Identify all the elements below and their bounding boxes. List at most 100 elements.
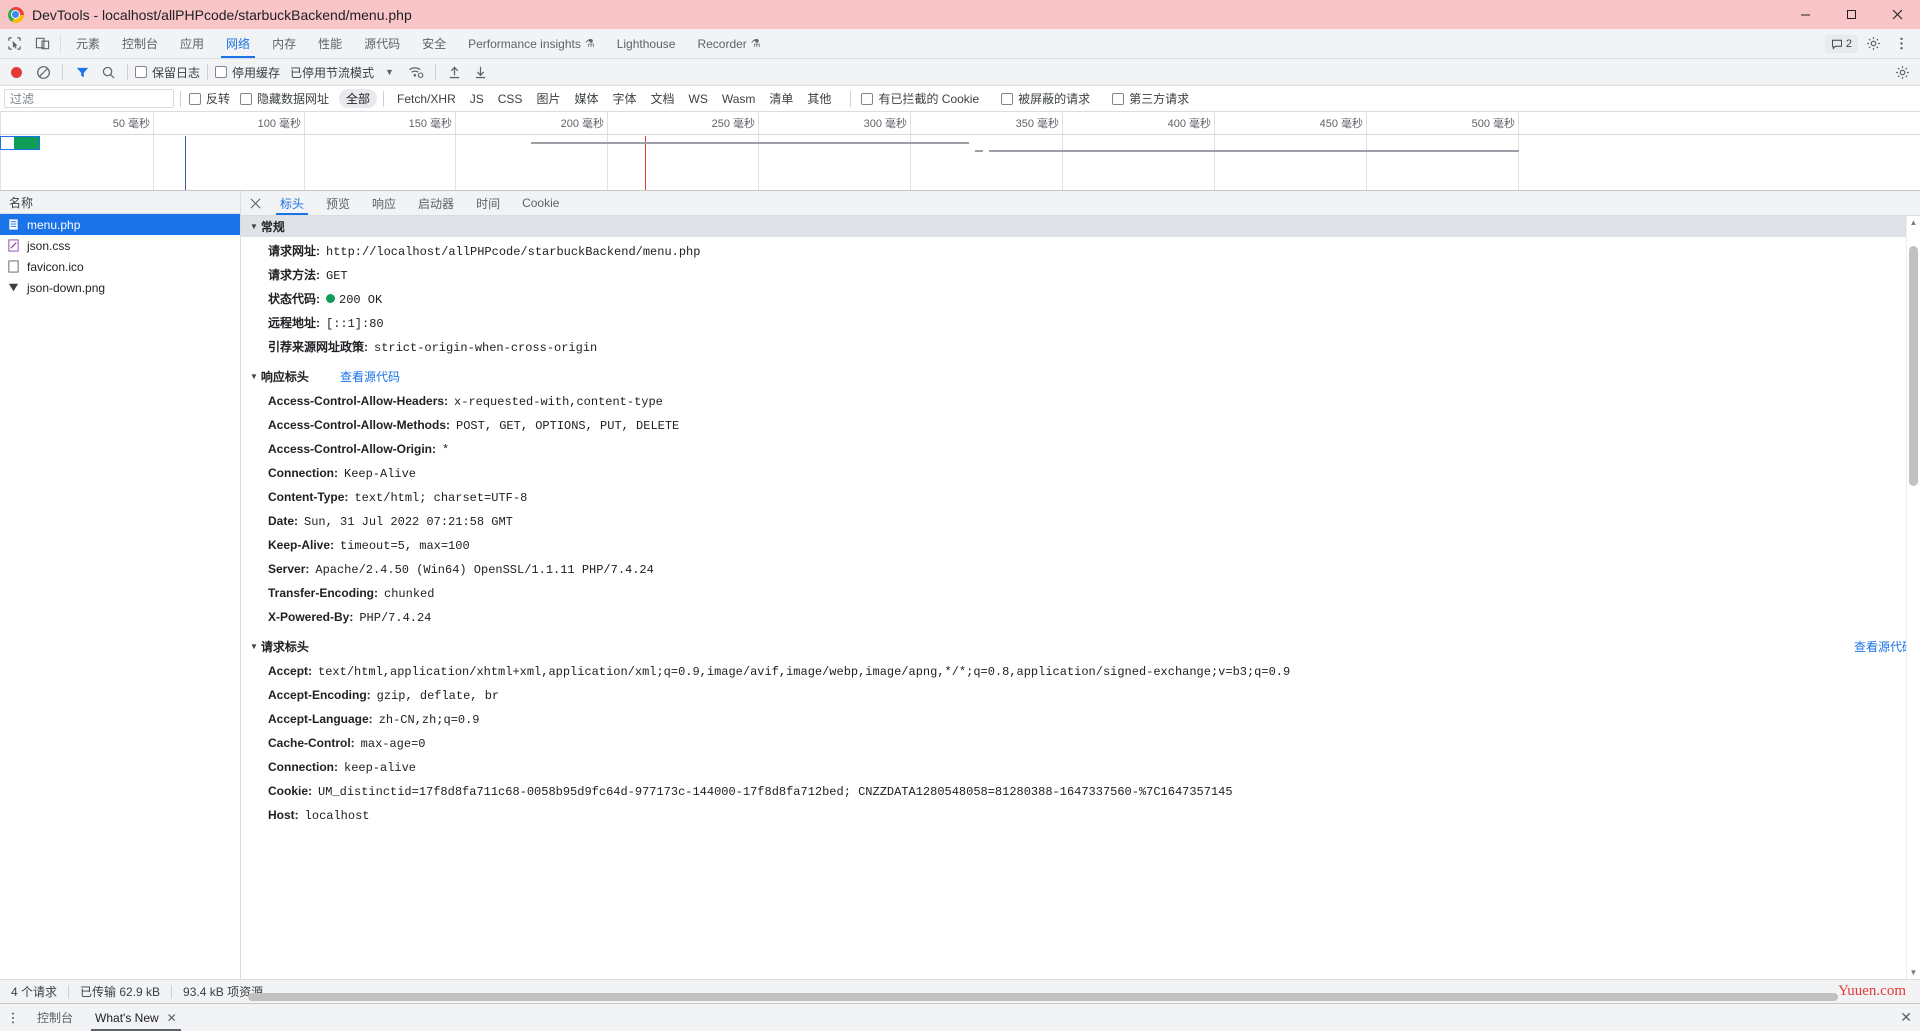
tick-label: 500 毫秒 <box>1471 118 1515 130</box>
tab-lighthouse[interactable]: Lighthouse <box>606 29 687 58</box>
filter-chip-img[interactable]: 图片 <box>529 89 567 108</box>
close-button[interactable] <box>1874 0 1920 29</box>
section-header-response-headers[interactable]: ▼ 响应标头 查看源代码 <box>241 366 1920 387</box>
view-source-link[interactable]: 查看源代码 <box>340 368 400 385</box>
tab-application[interactable]: 应用 <box>169 29 215 58</box>
more-vertical-icon[interactable] <box>0 1004 26 1031</box>
device-toolbar-icon[interactable] <box>28 29 56 58</box>
scroll-thumb[interactable] <box>248 993 1838 1001</box>
request-row-json-down-png[interactable]: json-down.png <box>0 277 240 298</box>
request-name: json-down.png <box>27 280 106 295</box>
import-har-icon[interactable] <box>443 60 467 84</box>
details-horizontal-scrollbar[interactable] <box>248 991 1904 1003</box>
filter-chip-other[interactable]: 其他 <box>800 89 838 108</box>
filter-bar: 反转 隐藏数据网址 全部 Fetch/XHR JS CSS 图片 媒体 字体 文… <box>0 86 1920 112</box>
third-party-checkbox[interactable]: 第三方请求 <box>1112 90 1189 107</box>
details-tab-response[interactable]: 响应 <box>361 191 407 215</box>
blocked-requests-checkbox[interactable]: 被屏蔽的请求 <box>1001 90 1090 107</box>
filter-chip-wasm[interactable]: Wasm <box>715 91 763 107</box>
experiment-beaker-icon: ⚗ <box>584 38 595 50</box>
record-button[interactable] <box>11 66 22 78</box>
header-key: Access-Control-Allow-Headers: <box>268 394 449 408</box>
filter-icon[interactable] <box>70 60 94 84</box>
gear-icon[interactable] <box>1860 31 1886 57</box>
close-drawer-icon[interactable]: ✕ <box>1900 1009 1912 1026</box>
search-icon[interactable] <box>96 60 120 84</box>
filter-chip-fetch-xhr[interactable]: Fetch/XHR <box>390 91 463 107</box>
header-row: 状态代码: 200 OK <box>241 288 1920 312</box>
header-key: Server: <box>268 562 310 576</box>
section-header-general[interactable]: ▼ 常规 <box>241 216 1920 237</box>
filter-chip-all[interactable]: 全部 <box>339 89 378 108</box>
request-list[interactable]: menu.php json.css favicon.ico json-down.… <box>0 214 240 979</box>
header-key: Access-Control-Allow-Origin: <box>268 442 437 456</box>
minimize-button[interactable] <box>1782 0 1828 29</box>
network-settings-icon[interactable] <box>1890 60 1914 84</box>
filter-chip-css[interactable]: CSS <box>491 91 530 107</box>
tab-label: 启动器 <box>418 196 455 211</box>
header-row: Accept-Encoding: gzip, deflate, br <box>241 684 1920 708</box>
export-har-icon[interactable] <box>469 60 493 84</box>
filter-chip-js[interactable]: JS <box>463 91 491 107</box>
filter-chip-ws[interactable]: WS <box>682 91 715 107</box>
drawer-tab-whats-new[interactable]: What's New ✕ <box>84 1004 188 1031</box>
scroll-down-arrow-icon[interactable]: ▼ <box>1907 966 1920 979</box>
clear-icon[interactable] <box>31 60 55 84</box>
request-list-header[interactable]: 名称 <box>0 191 240 214</box>
request-row-menu-php[interactable]: menu.php <box>0 214 240 235</box>
blocked-cookies-checkbox[interactable]: 有已拦截的 Cookie <box>861 90 979 107</box>
hide-data-urls-checkbox[interactable]: 隐藏数据网址 <box>240 90 329 107</box>
throttling-select[interactable]: 已停用节流模式 <box>290 64 374 81</box>
section-header-request-headers[interactable]: ▼ 请求标头 查看源代码 <box>241 636 1920 657</box>
tab-network[interactable]: 网络 <box>215 29 261 58</box>
request-row-favicon-ico[interactable]: favicon.ico <box>0 256 240 277</box>
tab-elements[interactable]: 元素 <box>65 29 111 58</box>
close-tab-icon[interactable]: ✕ <box>167 1011 177 1025</box>
tab-memory[interactable]: 内存 <box>261 29 307 58</box>
details-tab-initiator[interactable]: 启动器 <box>407 191 465 215</box>
more-vertical-icon[interactable] <box>1888 31 1914 57</box>
details-tab-preview[interactable]: 预览 <box>315 191 361 215</box>
details-tab-timing[interactable]: 时间 <box>465 191 511 215</box>
chevron-down-icon[interactable]: ▼ <box>385 67 394 77</box>
details-body[interactable]: ▼ 常规 请求网址: http://localhost/allPHPcode/st… <box>241 216 1920 979</box>
invert-label: 反转 <box>206 92 231 106</box>
header-value: timeout=5, max=100 <box>340 539 470 553</box>
disable-cache-checkbox[interactable]: 停用缓存 <box>215 64 280 81</box>
filter-chip-manifest[interactable]: 清单 <box>762 89 800 108</box>
status-ok-icon <box>326 294 335 303</box>
invert-checkbox[interactable]: 反转 <box>189 90 230 107</box>
network-overview-timeline[interactable]: 50 毫秒 100 毫秒 150 毫秒 200 毫秒 250 毫秒 300 毫秒… <box>0 112 1920 191</box>
close-details-icon[interactable] <box>241 191 269 215</box>
tab-sources[interactable]: 源代码 <box>353 29 411 58</box>
tab-console[interactable]: 控制台 <box>111 29 169 58</box>
header-value: chunked <box>384 587 435 601</box>
view-source-link[interactable]: 查看源代码 <box>1854 638 1914 655</box>
section-title: 响应标头 <box>260 370 309 384</box>
tab-recorder[interactable]: Recorder ⚗ <box>686 29 771 58</box>
tab-performance-insights[interactable]: Performance insights ⚗ <box>457 29 606 58</box>
scroll-thumb[interactable] <box>1909 246 1918 486</box>
header-value: max-age=0 <box>360 737 426 751</box>
scroll-up-arrow-icon[interactable]: ▲ <box>1907 216 1920 229</box>
filter-chip-doc[interactable]: 文档 <box>643 89 681 108</box>
maximize-button[interactable] <box>1828 0 1874 29</box>
request-list-panel: 名称 menu.php json.css favicon.ico json-do… <box>0 191 241 979</box>
filter-chip-media[interactable]: 媒体 <box>567 89 605 108</box>
chrome-logo-icon <box>8 6 24 23</box>
inspect-cursor-icon[interactable] <box>0 29 28 58</box>
details-vertical-scrollbar[interactable]: ▲ ▼ <box>1906 216 1920 979</box>
filter-chip-font[interactable]: 字体 <box>605 89 643 108</box>
message-count-badge[interactable]: 2 <box>1824 34 1858 53</box>
preserve-log-checkbox[interactable]: 保留日志 <box>135 64 200 81</box>
request-row-json-css[interactable]: json.css <box>0 235 240 256</box>
tab-security[interactable]: 安全 <box>411 29 457 58</box>
details-tab-headers[interactable]: 标头 <box>269 191 315 215</box>
details-tab-cookies[interactable]: Cookie <box>511 191 570 215</box>
toolbar-divider <box>127 64 128 80</box>
tab-performance[interactable]: 性能 <box>307 29 353 58</box>
network-conditions-icon[interactable] <box>404 60 428 84</box>
header-value: POST, GET, OPTIONS, PUT, DELETE <box>456 419 680 433</box>
drawer-tab-console[interactable]: 控制台 <box>26 1004 84 1031</box>
filter-input[interactable] <box>4 89 174 108</box>
